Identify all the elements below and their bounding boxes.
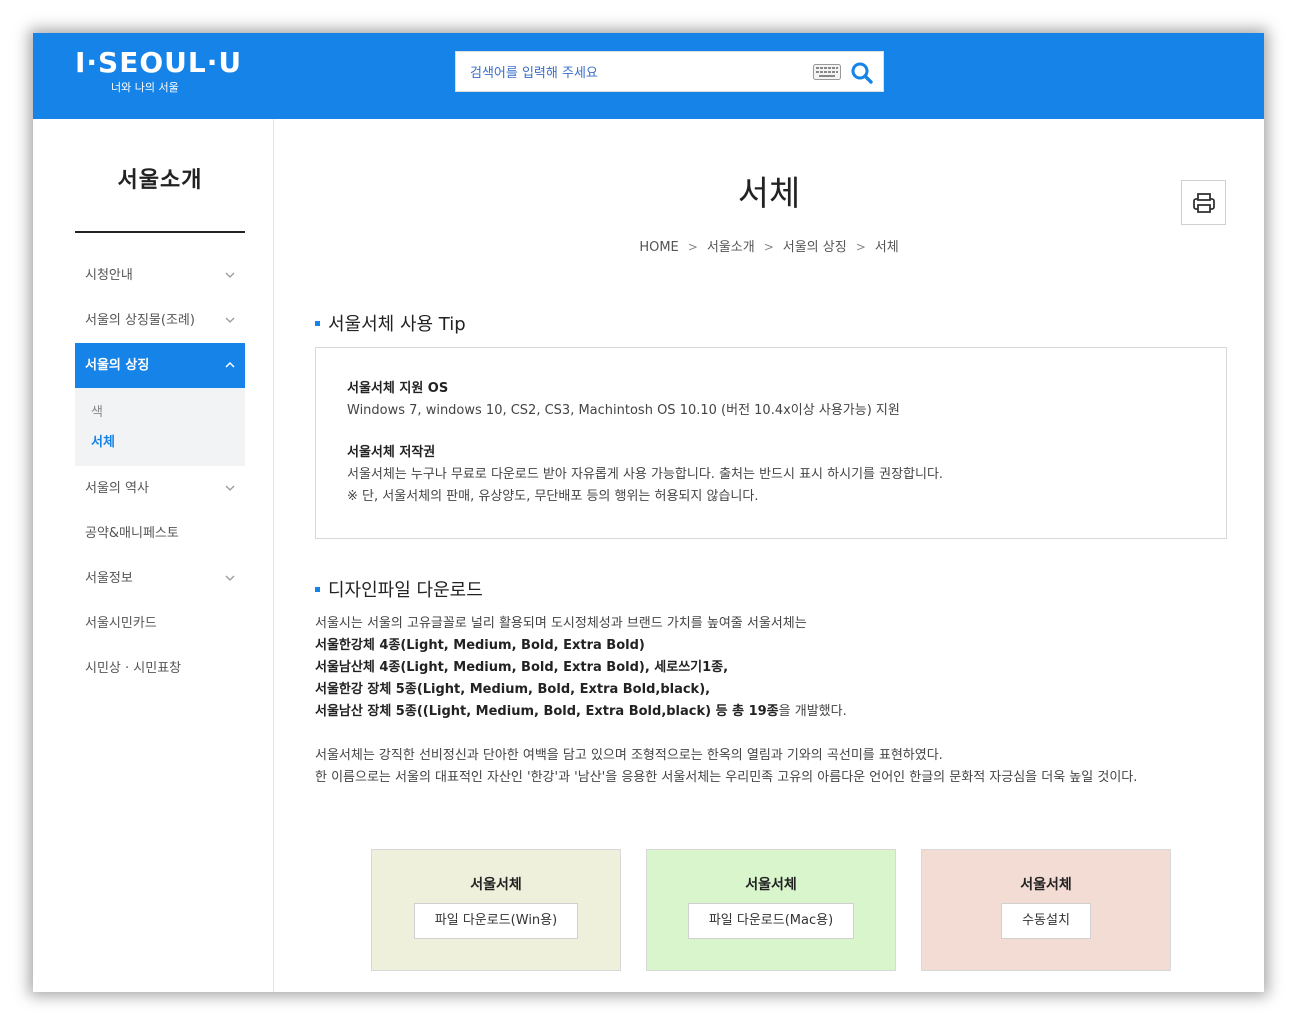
- sidebar-item-seoul-symbols[interactable]: 서울의 상징: [75, 343, 245, 388]
- download-description: 서울시는 서울의 고유글꼴로 널리 활용되며 도시정체성과 브랜드 가치를 높여…: [315, 613, 1220, 789]
- submenu-item-color[interactable]: 색: [75, 398, 245, 428]
- section-title-tip: 서울서체 사용 Tip: [315, 313, 466, 337]
- breadcrumb-about-seoul[interactable]: 서울소개: [707, 240, 755, 255]
- sidebar-item-label: 서울시민카드: [85, 616, 157, 631]
- iseoulu-logo[interactable]: I·SEOUL·U 너와 나의 서울: [75, 47, 265, 107]
- bullet-icon: [315, 587, 320, 592]
- font-line: 서울한강체 4종(Light, Medium, Bold, Extra Bold…: [315, 638, 645, 653]
- desc-text: 한 이름으로는 서울의 대표적인 자산인 '한강'과 '남산'을 응용한 서울서…: [315, 770, 1138, 785]
- logo-subtitle: 너와 나의 서울: [111, 81, 179, 94]
- font-line: 서울남산 장체 5종((Light, Medium, Bold, Extra B…: [315, 704, 779, 719]
- sidebar-item-city-hall-guide[interactable]: 시청안내: [75, 253, 245, 298]
- sidebar-item-symbols-ordinance[interactable]: 서울의 상징물(조례): [75, 298, 245, 343]
- submenu-item-font[interactable]: 서체: [75, 428, 245, 458]
- download-card-label: 서울서체: [745, 877, 797, 893]
- breadcrumb-current[interactable]: 서체: [875, 240, 899, 255]
- page-title: 서체: [737, 174, 801, 214]
- sidebar-item-citizen-card[interactable]: 서울시민카드: [75, 601, 245, 646]
- os-text: Windows 7, windows 10, CS2, CS3, Machint…: [347, 403, 900, 418]
- download-card-manual: 서울서체 수동설치: [921, 849, 1171, 971]
- copyright-heading: 서울서체 저작권: [347, 445, 436, 460]
- copyright-note: ※ 단, 서울서체의 판매, 유상양도, 무단배포 등의 행위는 허용되지 않습…: [347, 489, 759, 504]
- sidebar-item-label: 시민상 · 시민표창: [85, 661, 182, 676]
- tip-box: 서울서체 지원 OS Windows 7, windows 10, CS2, C…: [315, 347, 1227, 539]
- sidebar-item-seoul-info[interactable]: 서울정보: [75, 556, 245, 601]
- sidebar-title: 서울소개: [75, 161, 245, 233]
- sidebar-item-label: 공약&매니페스토: [85, 526, 179, 541]
- chevron-down-icon: [225, 575, 235, 581]
- breadcrumb-home[interactable]: HOME: [639, 240, 678, 255]
- sidebar-item-label: 서울의 상징: [85, 358, 150, 373]
- chevron-down-icon: [225, 317, 235, 323]
- sidebar-submenu: 색 서체: [75, 388, 245, 466]
- main-content: 서체 HOME > 서울소개 > 서울의 상징 > 서체 서울서체 사용 Tip 서울서체 …: [274, 119, 1264, 992]
- sidebar-item-manifesto[interactable]: 공약&매니페스토: [75, 511, 245, 556]
- desc-text: 서울서체는 강직한 선비정신과 단아한 여백을 담고 있으며 조형적으로는 한옥…: [315, 748, 943, 763]
- sidebar-item-citizen-award[interactable]: 시민상 · 시민표창: [75, 646, 245, 691]
- chevron-right-icon: >: [855, 240, 866, 254]
- page-frame: I·SEOUL·U 너와 나의 서울 서울소개 시청안내: [33, 33, 1264, 992]
- section-title-download: 디자인파일 다운로드: [315, 579, 483, 603]
- bullet-icon: [315, 321, 320, 326]
- sidebar-item-label: 서울정보: [85, 571, 133, 586]
- download-card-label: 서울서체: [470, 877, 522, 893]
- download-mac-button[interactable]: 파일 다운로드(Mac용): [687, 903, 855, 939]
- intro-text: 서울시는 서울의 고유글꼴로 널리 활용되며 도시정체성과 브랜드 가치를 높여…: [315, 616, 807, 631]
- chevron-down-icon: [225, 485, 235, 491]
- font-line-tail: 을 개발했다.: [778, 704, 847, 719]
- keyboard-icon[interactable]: [813, 64, 841, 80]
- sidebar-item-label: 서울의 상징물(조례): [85, 313, 195, 328]
- os-heading: 서울서체 지원 OS: [347, 381, 449, 396]
- section-title-text: 서울서체 사용 Tip: [328, 314, 466, 335]
- font-line: 서울남산체 4종(Light, Medium, Bold, Extra Bold…: [315, 660, 729, 675]
- chevron-right-icon: >: [687, 240, 698, 254]
- download-card-win: 서울서체 파일 다운로드(Win용): [371, 849, 621, 971]
- logo-text: I·SEOUL·U: [75, 46, 243, 79]
- search-bar: [455, 51, 884, 92]
- search-input[interactable]: [468, 61, 802, 85]
- sidebar: 서울소개 시청안내 서울의 상징물(조례) 서울의 상징 색 서체 서울의 역사: [33, 119, 274, 992]
- sidebar-item-label: 시청안내: [85, 268, 133, 283]
- download-card-label: 서울서체: [1020, 877, 1072, 893]
- sidebar-item-history[interactable]: 서울의 역사: [75, 466, 245, 511]
- chevron-up-icon: [225, 361, 235, 368]
- section-title-text: 디자인파일 다운로드: [328, 580, 483, 601]
- download-win-button[interactable]: 파일 다운로드(Win용): [413, 903, 579, 939]
- sidebar-menu: 시청안내 서울의 상징물(조례) 서울의 상징 색 서체 서울의 역사 공약&매…: [75, 253, 245, 691]
- font-line: 서울한강 장체 5종(Light, Medium, Bold, Extra Bo…: [315, 682, 711, 697]
- chevron-down-icon: [225, 272, 235, 278]
- download-card-mac: 서울서체 파일 다운로드(Mac용): [646, 849, 896, 971]
- site-header: I·SEOUL·U 너와 나의 서울: [33, 33, 1264, 119]
- print-button[interactable]: [1181, 180, 1226, 225]
- breadcrumb: HOME > 서울소개 > 서울의 상징 > 서체: [274, 237, 1264, 258]
- copyright-text: 서울서체는 누구나 무료로 다운로드 받아 자유롭게 사용 가능합니다. 출처는…: [347, 467, 944, 482]
- manual-install-button[interactable]: 수동설치: [1001, 903, 1091, 939]
- chevron-right-icon: >: [763, 240, 774, 254]
- breadcrumb-seoul-symbols[interactable]: 서울의 상징: [783, 240, 847, 255]
- printer-icon: [1193, 193, 1215, 213]
- sidebar-item-label: 서울의 역사: [85, 481, 149, 496]
- search-icon[interactable]: [850, 61, 874, 85]
